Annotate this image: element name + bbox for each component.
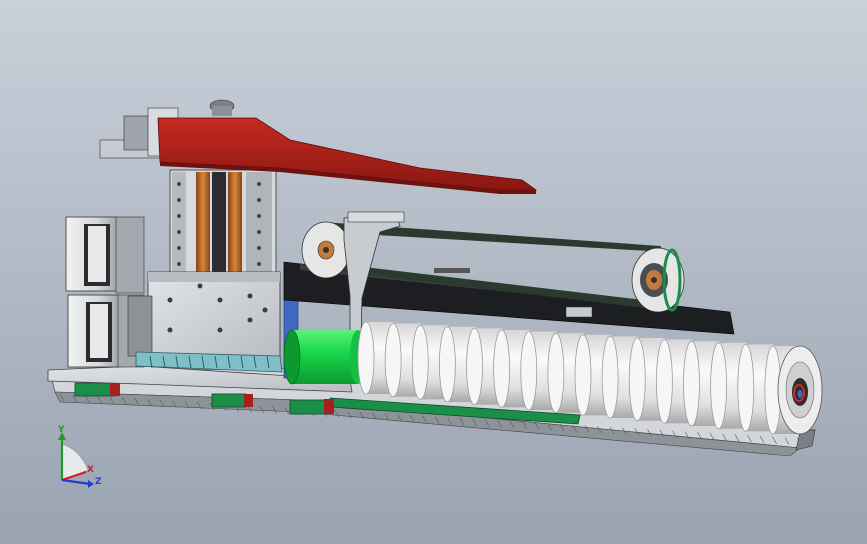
roll-segment-face [466, 327, 483, 406]
bolt [177, 246, 181, 250]
carriage-block [127, 271, 281, 359]
guide-carriage-1 [74, 382, 120, 397]
z-axis-label: Z [95, 477, 102, 487]
bolt [257, 214, 261, 218]
cad-viewport[interactable]: Y X Z [0, 0, 867, 544]
x-axis-label: X [87, 465, 94, 475]
bolt [247, 317, 253, 323]
bolt [257, 182, 261, 186]
guide-carriage-3 [289, 399, 334, 415]
bolt [262, 307, 268, 313]
stepper-motor-upper [65, 216, 145, 294]
roll-segment-face [357, 321, 375, 395]
bolt [217, 297, 223, 303]
bolt [257, 198, 261, 202]
guide-carriage-2 [211, 393, 253, 408]
bolt [177, 214, 181, 218]
bolt [257, 230, 261, 234]
roll-segment-face [655, 339, 673, 424]
roll-segment-face [411, 324, 429, 400]
bolt [257, 246, 261, 250]
roll-segment-face [737, 343, 755, 432]
roll-segment-face [683, 340, 700, 427]
bolt [177, 182, 181, 186]
roll-segment-face [493, 329, 511, 408]
bolt [247, 293, 253, 299]
bolt [177, 262, 181, 266]
bolt [167, 327, 173, 333]
roll-segment-face [574, 334, 592, 416]
y-axis-label: Y [57, 425, 65, 435]
bolt [197, 283, 203, 289]
vertical-column [169, 169, 277, 281]
roll-segment-face [710, 342, 728, 430]
drive-pulley [301, 221, 351, 279]
green-roller [283, 329, 366, 385]
roll-end-cap [777, 345, 823, 435]
roll-segment-face [547, 332, 565, 414]
bolt [177, 230, 181, 234]
bolt [217, 327, 223, 333]
roll-segment-face [520, 331, 538, 411]
roll-segment-face [628, 337, 646, 422]
idler-pulley [631, 247, 685, 313]
roll-segment-face [438, 326, 456, 403]
machine-assembly-model[interactable]: Y X Z [0, 0, 867, 544]
roll-segment-face [601, 336, 619, 419]
bolt [257, 262, 261, 266]
roll-segment-face [384, 323, 402, 398]
bolt [177, 198, 181, 202]
bolt [167, 297, 173, 303]
